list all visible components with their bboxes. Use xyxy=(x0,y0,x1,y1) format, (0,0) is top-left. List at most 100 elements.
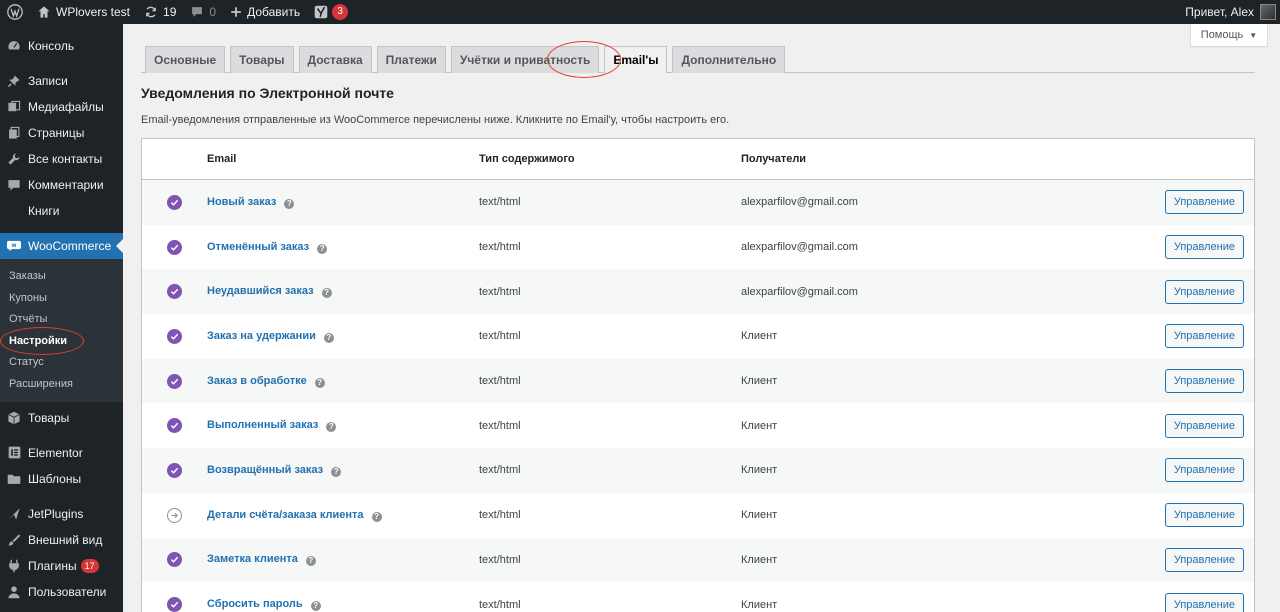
help-tip-icon[interactable]: ? xyxy=(305,556,316,567)
email-name-link[interactable]: Заметка клиента xyxy=(207,553,298,565)
plugin-icon xyxy=(7,559,21,573)
wordpress-logo-icon[interactable] xyxy=(0,0,30,24)
manage-button[interactable]: Управление xyxy=(1164,324,1244,349)
page-title: Уведомления по Электронной почте xyxy=(141,85,394,101)
manage-button[interactable]: Управление xyxy=(1164,235,1244,260)
help-tip-icon[interactable]: ? xyxy=(323,332,334,343)
recipient-cell: Клиент xyxy=(741,598,778,611)
site-name-link[interactable]: WPlovers test xyxy=(30,0,137,24)
help-tip-icon[interactable]: ? xyxy=(310,601,321,612)
enabled-check-icon xyxy=(167,597,182,612)
email-name-link[interactable]: Отменённый заказ xyxy=(207,241,309,253)
enabled-check-icon xyxy=(167,462,182,478)
menu-jetplugins[interactable]: JetPlugins xyxy=(0,501,123,527)
menu-partial[interactable] xyxy=(0,605,123,612)
manual-arrow-icon xyxy=(167,507,182,523)
menu-templates[interactable]: Шаблоны xyxy=(0,466,123,492)
menu-label: Все контакты xyxy=(28,152,103,166)
email-name-link[interactable]: Новый заказ xyxy=(207,196,276,208)
menu-elementor[interactable]: Elementor xyxy=(0,440,123,466)
menu-plugins[interactable]: Плагины 17 xyxy=(0,553,123,579)
menu-books[interactable]: Книги xyxy=(0,198,123,224)
tab-shipping[interactable]: Доставка xyxy=(298,46,372,73)
updates-icon xyxy=(144,5,158,19)
settings-tabs: Основные Товары Доставка Платежи Учётки … xyxy=(145,46,790,73)
recipient-cell: Клиент xyxy=(741,419,778,432)
tab-products[interactable]: Товары xyxy=(230,46,294,73)
recipient-cell: Клиент xyxy=(741,553,778,566)
menu-media[interactable]: Медиафайлы xyxy=(0,94,123,120)
menu-products[interactable]: Товары xyxy=(0,405,123,431)
email-name-link[interactable]: Неудавшийся заказ xyxy=(207,285,314,297)
help-tip-icon[interactable]: ? xyxy=(331,466,342,477)
help-tip-icon[interactable]: ? xyxy=(326,422,337,433)
table-row: Детали счёта/заказа клиента? text/html Кли… xyxy=(142,493,1254,538)
comments-link[interactable]: 0 xyxy=(183,0,223,24)
wrench-icon xyxy=(7,152,21,166)
manage-button[interactable]: Управление xyxy=(1164,458,1244,483)
menu-users[interactable]: Пользователи xyxy=(0,579,123,605)
menu-comments[interactable]: Комментарии xyxy=(0,172,123,198)
menu-appearance[interactable]: Внешний вид xyxy=(0,527,123,553)
help-tip-icon[interactable]: ? xyxy=(314,377,325,388)
help-tip-icon[interactable]: ? xyxy=(317,243,328,254)
home-icon xyxy=(37,5,51,19)
email-name-cell: Новый заказ? xyxy=(207,196,479,209)
email-name-link[interactable]: Заказ на удержании xyxy=(207,330,316,342)
tab-emails[interactable]: Email'ы xyxy=(604,46,668,73)
submenu-coupons[interactable]: Купоны xyxy=(0,288,123,310)
submenu-status[interactable]: Статус xyxy=(0,352,123,374)
menu-woocommerce[interactable]: W WooCommerce xyxy=(0,233,123,259)
woocommerce-submenu: Заказы Купоны Отчёты Настройки Статус Ра… xyxy=(0,259,123,402)
tab-advanced[interactable]: Дополнительно xyxy=(672,46,786,73)
user-icon xyxy=(7,585,21,599)
email-name-link[interactable]: Возвращённый заказ xyxy=(207,464,323,476)
yoast-link[interactable]: 3 xyxy=(307,0,355,24)
help-tip-icon[interactable]: ? xyxy=(321,288,332,299)
site-name: WPlovers test xyxy=(56,5,131,19)
help-tip-icon[interactable]: ? xyxy=(284,198,295,209)
menu-pages[interactable]: Страницы xyxy=(0,120,123,146)
updates-link[interactable]: 19 xyxy=(137,0,183,24)
status-cell xyxy=(142,507,207,523)
email-name-link[interactable]: Сбросить пароль xyxy=(207,598,303,610)
tab-accounts-privacy[interactable]: Учётки и приватность xyxy=(450,46,600,73)
enabled-check-icon xyxy=(167,194,182,210)
manage-button[interactable]: Управление xyxy=(1164,413,1244,438)
menu-dashboard[interactable]: Консоль xyxy=(0,33,123,59)
manage-button[interactable]: Управление xyxy=(1164,547,1244,572)
manage-button[interactable]: Управление xyxy=(1164,369,1244,394)
email-name-cell: Заказ в обработке? xyxy=(207,375,479,388)
menu-posts[interactable]: Записи xyxy=(0,68,123,94)
pages-icon xyxy=(7,126,21,140)
email-name-cell: Детали счёта/заказа клиента? xyxy=(207,509,479,522)
manage-button[interactable]: Управление xyxy=(1164,592,1244,612)
email-name-link[interactable]: Выполненный заказ xyxy=(207,419,318,431)
submenu-extensions[interactable]: Расширения xyxy=(0,374,123,396)
table-header: Email Тип содержимого Получатели xyxy=(142,139,1254,180)
menu-label: Elementor xyxy=(28,445,83,460)
help-button[interactable]: Помощь ▼ xyxy=(1190,24,1268,47)
status-cell xyxy=(142,284,207,300)
email-name-link[interactable]: Детали счёта/заказа клиента xyxy=(207,509,364,521)
email-name-link[interactable]: Заказ в обработке xyxy=(207,375,307,387)
greeting: Привет, Alex xyxy=(1185,5,1254,19)
manage-button[interactable]: Управление xyxy=(1164,190,1244,215)
tab-payments[interactable]: Платежи xyxy=(376,46,446,73)
submenu-reports[interactable]: Отчёты xyxy=(0,309,123,331)
comments-count: 0 xyxy=(209,5,217,19)
table-row: Новый заказ? text/html alexparfilov@gmail.… xyxy=(142,180,1254,225)
manage-button[interactable]: Управление xyxy=(1164,503,1244,528)
my-account-link[interactable]: Привет, Alex xyxy=(1178,0,1280,24)
tab-general[interactable]: Основные xyxy=(145,46,226,73)
email-name-cell: Отменённый заказ? xyxy=(207,241,479,254)
content-type-cell: text/html xyxy=(479,553,521,566)
help-tip-icon[interactable]: ? xyxy=(371,511,382,522)
menu-contacts[interactable]: Все контакты xyxy=(0,146,123,172)
avatar xyxy=(1260,4,1276,20)
manage-button[interactable]: Управление xyxy=(1164,279,1244,304)
submenu-settings[interactable]: Настройки xyxy=(0,331,123,353)
add-new-link[interactable]: Добавить xyxy=(223,0,307,24)
pin-icon xyxy=(7,74,21,88)
submenu-orders[interactable]: Заказы xyxy=(0,266,123,288)
